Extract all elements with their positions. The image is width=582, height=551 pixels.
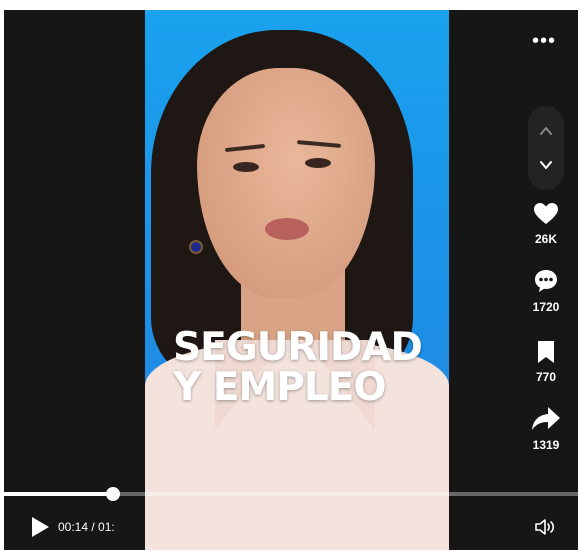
chevron-up-icon <box>540 127 552 135</box>
caption-line-2: Y EMPLEO <box>173 365 387 410</box>
share-icon <box>532 407 560 430</box>
more-options-button[interactable]: ••• <box>532 30 556 53</box>
video-frame[interactable]: SEGURIDAD Y EMPLEO <box>145 10 449 550</box>
progress-knob[interactable] <box>106 487 121 501</box>
previous-video-button[interactable] <box>528 116 564 146</box>
comment-count: 1720 <box>532 300 560 314</box>
progress-fill <box>4 492 114 496</box>
time-display: 00:14 / 01: <box>58 520 115 534</box>
figure-eye-left <box>233 162 259 172</box>
like-count: 26K <box>534 232 557 246</box>
chevron-down-icon <box>540 161 552 169</box>
figure-face <box>197 68 375 298</box>
video-caption: SEGURIDAD Y EMPLEO <box>173 328 433 408</box>
figure-lips <box>265 218 309 240</box>
video-navigation <box>528 106 564 190</box>
share-count: 1319 <box>532 438 560 452</box>
figure-earring <box>189 240 203 254</box>
figure-brow-left <box>224 143 266 153</box>
like-button[interactable]: 26K <box>520 202 572 246</box>
caption-line-1: SEGURIDAD <box>173 325 423 370</box>
figure-brow-right <box>296 140 342 148</box>
save-button[interactable]: 770 <box>520 340 572 384</box>
comment-button[interactable]: 1720 <box>520 268 572 314</box>
figure-eye-right <box>305 158 331 168</box>
volume-button[interactable] <box>534 517 558 542</box>
next-video-button[interactable] <box>528 150 564 180</box>
volume-icon <box>535 519 555 535</box>
play-icon <box>32 517 49 537</box>
comment-icon <box>535 270 557 292</box>
video-player[interactable]: SEGURIDAD Y EMPLEO ••• 26K 1720 770 1319… <box>4 10 578 550</box>
progress-bar[interactable] <box>4 487 578 501</box>
heart-icon <box>534 203 558 224</box>
save-count: 770 <box>535 370 557 384</box>
share-button[interactable]: 1319 <box>520 406 572 452</box>
bookmark-icon <box>538 341 554 363</box>
play-button[interactable] <box>30 516 50 543</box>
